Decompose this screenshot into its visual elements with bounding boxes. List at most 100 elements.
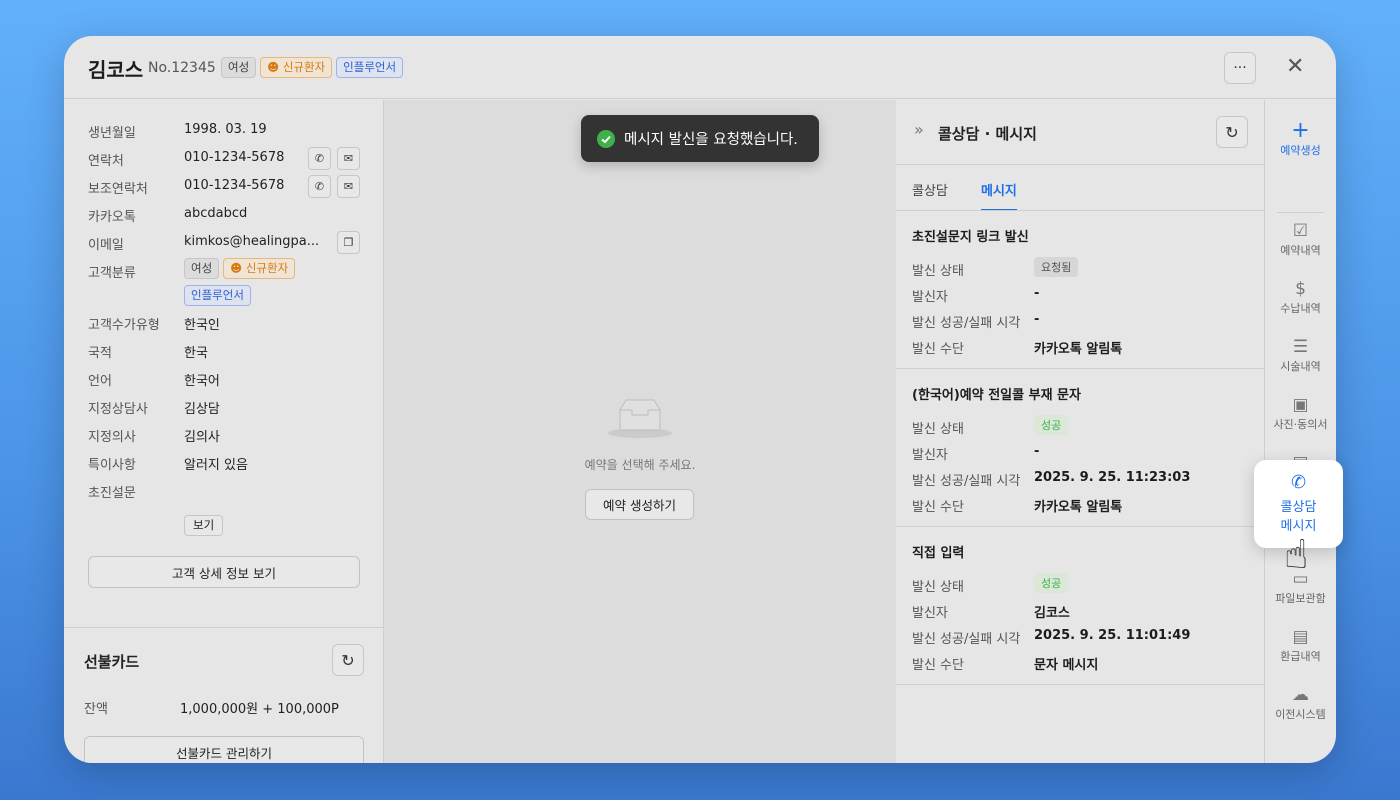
field-value: 문자 메시지 — [1034, 658, 1099, 673]
info-value: 010-1234-5678 — [184, 150, 285, 165]
right-sidebar: +예약생성 ☑예약내역$수납내역☰시술내역▣사진·동의서▤처방전내역▭파일보관함… — [1265, 100, 1336, 763]
empty-message: 예약을 선택해 주세요. — [584, 458, 696, 472]
ellipsis-icon: ··· — [1233, 60, 1247, 76]
classification-tags — [88, 306, 168, 354]
more-button[interactable]: ··· — [1224, 52, 1256, 84]
field-label: 발신자 — [912, 448, 948, 463]
tab-call[interactable]: 콜상담 — [912, 180, 948, 199]
person-icon: ☻ — [267, 60, 283, 74]
customer-name: 김코스 — [88, 58, 144, 82]
collapse-icon[interactable]: » — [914, 120, 924, 139]
field-label: 발신 성공/실패 시각 — [912, 474, 1021, 489]
field-value: 2025. 9. 25. 11:23:03 — [1034, 470, 1191, 485]
status-badge: 성공 — [1034, 573, 1069, 593]
info-value: 한국어 — [184, 374, 220, 389]
sidebar-item[interactable]: ▤ 환급내역 — [1265, 626, 1336, 664]
info-label: 생년월일 — [88, 126, 136, 141]
refresh-icon: ↻ — [341, 650, 355, 670]
field-label: 발신 수단 — [912, 658, 964, 673]
hand-cursor-icon: ☝ — [1284, 532, 1309, 578]
info-value: 알러지 있음 — [184, 458, 248, 473]
field-label: 발신 상태 — [912, 580, 964, 595]
status-badge: 요청됨 — [1034, 257, 1079, 277]
prepaid-manage-button[interactable]: 선불카드 관리하기 — [84, 736, 364, 763]
check-circle-icon — [597, 129, 615, 148]
copy-icon: ❐ — [343, 236, 354, 249]
info-label: 고객분류 — [88, 266, 136, 281]
info-label: 연락처 — [88, 154, 124, 169]
call-message-panel: » 콜상담 · 메시지 ↻ 콜상담 메시지 초진설문지 링크 발신 발신 상태 요청… — [896, 100, 1265, 763]
tag-influencer: 인플루언서 — [336, 57, 404, 78]
message-title: 초진설문지 링크 발신 — [912, 230, 1029, 245]
inbox-icon — [608, 399, 672, 438]
info-label: 지정상담사 — [88, 402, 148, 417]
sidebar-item[interactable]: $ 수납내역 — [1265, 278, 1336, 316]
copy-button[interactable]: ❐ — [337, 231, 360, 254]
info-label: 카카오톡 — [88, 210, 136, 225]
phone-icon: ✆ — [1290, 472, 1307, 493]
customer-detail-button[interactable]: 고객 상세 정보 보기 — [88, 556, 360, 588]
field-label: 발신 상태 — [912, 264, 964, 279]
message-title: 직접 입력 — [912, 546, 965, 561]
window-header: 김코스 No.12345 여성 ☻ 신규환자 인플루언서 ··· ✕ — [64, 36, 1336, 99]
field-label: 발신 성공/실패 시각 — [912, 632, 1021, 647]
field-label: 발신 수단 — [912, 342, 964, 357]
info-label: 지정의사 — [88, 430, 136, 445]
tag-influencer: 인플루언서 — [184, 285, 251, 306]
info-label: 보조연락처 — [88, 182, 148, 197]
sidebar-item[interactable]: ☁ 이전시스템 — [1265, 684, 1336, 722]
field-value: - — [1034, 444, 1040, 459]
call-button[interactable]: ✆ — [308, 175, 331, 198]
calendar-check-icon: ☑ — [1292, 221, 1309, 241]
plus-icon: + — [1291, 118, 1310, 143]
sidebar-item[interactable]: ▣ 사진·동의서 — [1265, 394, 1336, 432]
info-value: abcdabcd — [184, 206, 248, 221]
prepaid-title: 선불카드 — [84, 653, 140, 671]
field-label: 발신 수단 — [912, 500, 964, 515]
receipt-icon: ▤ — [1292, 627, 1309, 647]
field-value: 2025. 9. 25. 11:01:49 — [1034, 628, 1191, 643]
refresh-icon: ↻ — [1225, 122, 1239, 142]
sidebar-create-reservation[interactable]: + 예약생성 — [1265, 120, 1336, 158]
panel-refresh-button[interactable]: ↻ — [1216, 116, 1248, 148]
call-button[interactable]: ✆ — [308, 147, 331, 170]
status-badge: 성공 — [1034, 415, 1069, 435]
create-reservation-button[interactable]: 예약 생성하기 — [585, 489, 694, 520]
prepaid-refresh-button[interactable]: ↻ — [332, 644, 364, 676]
field-label: 발신자 — [912, 606, 948, 621]
active-label-line1: 콜상담 — [1280, 500, 1317, 515]
dollar-icon: $ — [1295, 279, 1306, 299]
toast-notification: 메시지 발신을 요청했습니다. — [581, 115, 819, 162]
customer-info-panel: 생년월일 1998. 03. 19 연락처 010-1234-5678 보조연락처 010… — [64, 100, 384, 763]
tag-new-patient: ☻ 신규환자 — [223, 258, 296, 279]
mail-button[interactable]: ✉ — [337, 147, 360, 170]
sidebar-item[interactable]: ☰ 시술내역 — [1265, 336, 1336, 374]
field-label: 발신 성공/실패 시각 — [912, 316, 1021, 331]
field-value: 김코스 — [1034, 606, 1070, 621]
tab-message[interactable]: 메시지 — [981, 180, 1017, 211]
sidebar-item[interactable]: ☑ 예약내역 — [1265, 220, 1336, 258]
info-label: 특이사항 — [88, 458, 136, 473]
info-value: 김상담 — [184, 402, 220, 417]
info-value: kimkos@healingpa... — [184, 234, 320, 249]
list-icon: ☰ — [1292, 337, 1309, 357]
reservation-area: 예약을 선택해 주세요. 예약 생성하기 — [384, 100, 896, 763]
info-value: 1998. 03. 19 — [184, 122, 267, 137]
close-icon[interactable]: ✕ — [1286, 54, 1304, 79]
info-value: 010-1234-5678 — [184, 178, 285, 193]
tag-gender: 여성 — [184, 258, 220, 279]
mail-button[interactable]: ✉ — [337, 175, 360, 198]
balance-value: 1,000,000원 + 100,000P — [180, 702, 339, 717]
tag-new-patient: ☻ 신규환자 — [260, 57, 333, 78]
field-value: 카카오톡 알림톡 — [1034, 342, 1123, 357]
field-value: - — [1034, 312, 1040, 327]
info-value: 한국인 — [184, 318, 220, 333]
cloud-download-icon: ☁ — [1292, 685, 1309, 705]
image-file-icon: ▣ — [1292, 395, 1309, 415]
info-value: 한국 — [184, 346, 208, 361]
survey-view-button[interactable]: 보기 — [184, 515, 224, 536]
field-label: 발신 상태 — [912, 422, 964, 437]
field-label: 발신자 — [912, 290, 948, 305]
info-label: 이메일 — [88, 238, 124, 253]
info-label: 언어 — [88, 374, 112, 389]
